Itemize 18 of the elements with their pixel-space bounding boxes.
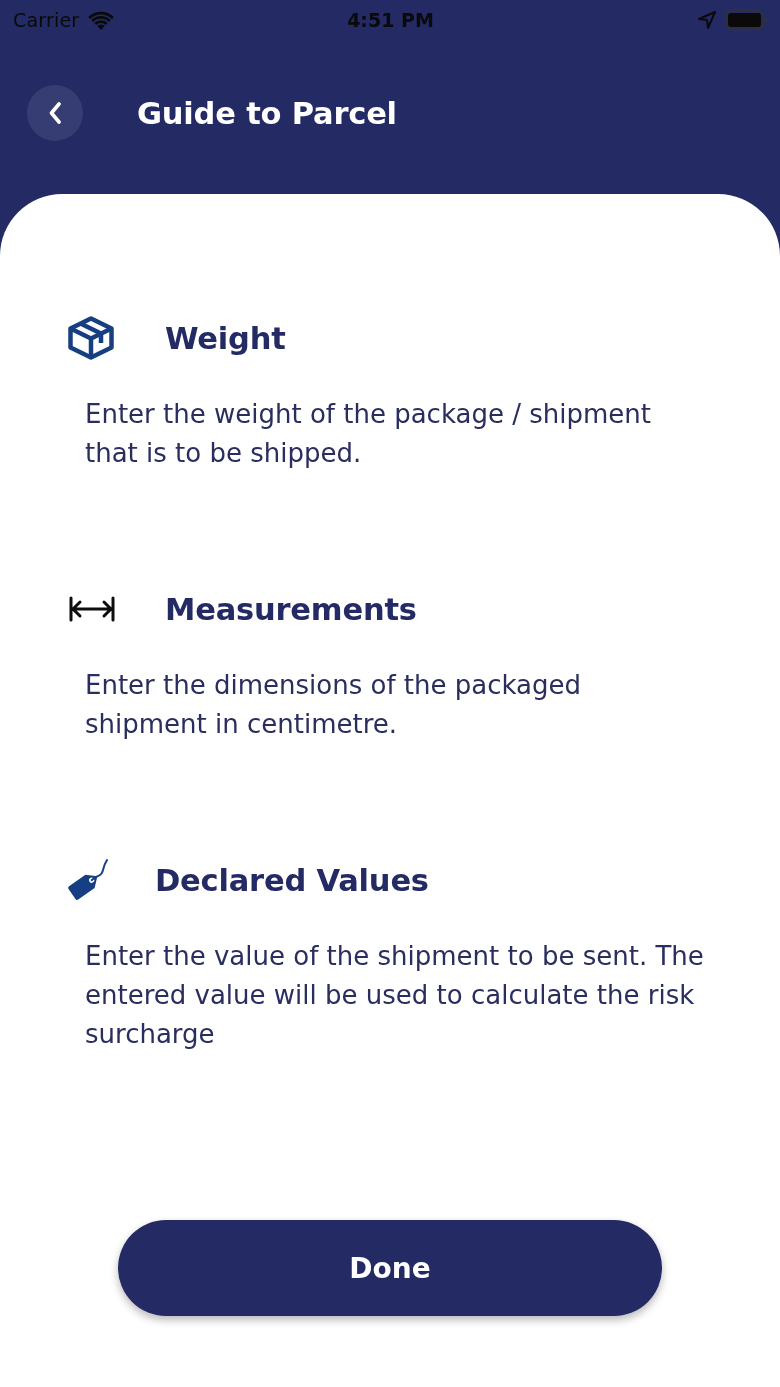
location-arrow-icon <box>698 11 716 29</box>
section-description: Enter the weight of the package / shipment that is to be shipped. <box>85 398 652 470</box>
page-title: Guide to Parcel <box>137 95 397 131</box>
wifi-icon <box>88 10 115 30</box>
price-tag-icon <box>67 858 109 902</box>
horizontal-measure-icon <box>69 596 115 622</box>
section-description: Enter the value of the shipment to be sent. The entered value will be used to calculate the risk surcharge <box>85 940 705 1051</box>
box-icon <box>68 316 114 360</box>
section-description: Enter the dimensions of the packaged shipment in centimetre. <box>85 669 582 741</box>
back-button[interactable] <box>27 85 83 141</box>
section-title: Declared Values <box>155 862 429 898</box>
battery-icon <box>725 10 768 30</box>
carrier-name: Carrier <box>13 9 80 31</box>
status-time: 4:51 PM <box>347 9 434 31</box>
chevron-left-icon <box>49 102 61 124</box>
section-title: Weight <box>165 320 286 356</box>
section-title: Measurements <box>165 591 417 627</box>
done-button[interactable]: Done <box>118 1220 662 1316</box>
